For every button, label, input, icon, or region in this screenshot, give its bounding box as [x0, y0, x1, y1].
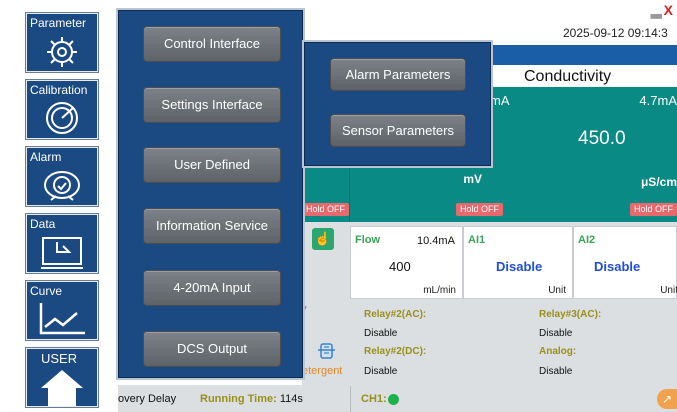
- flow-ma: 10.4mA: [417, 235, 455, 247]
- alarm-parameters-button[interactable]: Alarm Parameters: [330, 58, 466, 91]
- nav-calibration-label: Calibration: [30, 83, 88, 97]
- conductivity-panel[interactable]: Conductivity 4.7mA 450.0 μS/cm: [490, 65, 677, 222]
- relay2-dc-label: Relay#2(DC):: [364, 346, 427, 357]
- detergent-icon[interactable]: [316, 340, 337, 360]
- dcs-output-button[interactable]: DCS Output: [143, 331, 281, 367]
- minimize-icon[interactable]: ▂: [651, 2, 662, 18]
- nav-alarm-label: Alarm: [30, 150, 62, 164]
- flow-unit: mL/min: [423, 285, 456, 296]
- sensor-parameters-button[interactable]: Sensor Parameters: [330, 114, 466, 147]
- ai2-card[interactable]: AI2 Disable Unit: [573, 226, 677, 299]
- conductivity-ma: 4.7mA: [639, 93, 677, 108]
- recovery-delay-label: overy Delay: [118, 393, 177, 405]
- information-service-button[interactable]: Information Service: [143, 208, 281, 244]
- gear-icon: [47, 37, 77, 67]
- relay2-ac-label: Relay#2(AC):: [364, 309, 427, 320]
- chart-icon: ↗: [661, 392, 673, 406]
- hand-icon: ☝: [314, 231, 332, 246]
- alarm-icon: [44, 171, 80, 201]
- trend-chart-button[interactable]: ↗: [657, 389, 677, 409]
- detergent-label: etergent: [302, 365, 343, 377]
- ch1-label: CH1:: [361, 393, 387, 405]
- conductivity-title: Conductivity: [490, 65, 677, 87]
- window-controls: ▂ X: [651, 2, 673, 19]
- nav-parameter-label: Parameter: [30, 16, 87, 30]
- user-defined-button[interactable]: User Defined: [143, 147, 281, 183]
- conductivity-value: 450.0: [578, 128, 626, 149]
- manual-control-button[interactable]: ☝: [312, 228, 334, 250]
- running-time-label: Running Time:: [200, 393, 277, 405]
- running-time: Running Time: 114s: [200, 393, 303, 405]
- nav-alarm[interactable]: Alarm: [25, 146, 99, 207]
- nav-data[interactable]: Data: [25, 213, 99, 274]
- ai2-unit: Unit: [660, 285, 677, 296]
- data-icon: [41, 237, 83, 269]
- analog-label: Analog:: [539, 346, 577, 357]
- ai1-unit: Unit: [548, 285, 566, 296]
- flow-value: 400: [389, 259, 411, 274]
- gauge-icon: [46, 102, 78, 134]
- ai1-value: Disable: [496, 259, 543, 274]
- running-time-value: 114s: [279, 393, 303, 405]
- parameter-submenu: Control Interface Settings Interface Use…: [118, 10, 303, 378]
- close-button[interactable]: X: [664, 2, 673, 18]
- hold-badge-conductivity: Hold OFF: [630, 203, 677, 216]
- mv-unit: mV: [463, 172, 482, 186]
- analog-value: Disable: [539, 366, 573, 377]
- nav-parameter[interactable]: Parameter: [25, 12, 99, 73]
- relay2-dc-value: Disable: [364, 366, 398, 377]
- curve-icon: [39, 303, 85, 335]
- conductivity-unit: μS/cm: [640, 175, 677, 189]
- nav-user[interactable]: USER: [25, 347, 99, 408]
- hold-badge-mid: Hold OFF: [456, 203, 504, 216]
- settings-interface-button[interactable]: Settings Interface: [143, 87, 281, 123]
- mid-panel-ma: mA: [490, 93, 510, 108]
- ai2-title: AI2: [578, 234, 596, 246]
- status-divider: [350, 386, 351, 412]
- left-nav: Parameter Calibration Alarm Data Curve U…: [0, 0, 118, 412]
- flow-title: Flow: [355, 234, 381, 246]
- nav-curve-label: Curve: [30, 284, 63, 298]
- ai2-value: Disable: [594, 259, 641, 274]
- settings-submenu: Alarm Parameters Sensor Parameters: [304, 42, 491, 166]
- nav-user-label: USER: [41, 351, 78, 366]
- nav-data-label: Data: [30, 217, 56, 231]
- nav-calibration[interactable]: Calibration: [25, 79, 99, 140]
- flow-card[interactable]: Flow 10.4mA 400 mL/min: [350, 226, 463, 299]
- home-icon: [41, 370, 83, 406]
- ai1-card[interactable]: AI1 Disable Unit: [463, 226, 573, 299]
- datetime: 2025-09-12 09:14:3: [563, 26, 668, 40]
- ai1-title: AI1: [468, 234, 486, 246]
- hold-badge-left: Hold OFF: [302, 203, 350, 216]
- input-4-20ma-button[interactable]: 4-20mA Input: [143, 270, 281, 306]
- relay3-ac-value: Disable: [539, 328, 573, 339]
- relay2-ac-value: Disable: [364, 328, 398, 339]
- nav-curve[interactable]: Curve: [25, 280, 99, 341]
- header-strip: [490, 45, 677, 65]
- relay3-ac-label: Relay#3(AC):: [539, 309, 602, 320]
- ch1-status-icon: [388, 394, 399, 405]
- control-interface-button[interactable]: Control Interface: [143, 26, 281, 62]
